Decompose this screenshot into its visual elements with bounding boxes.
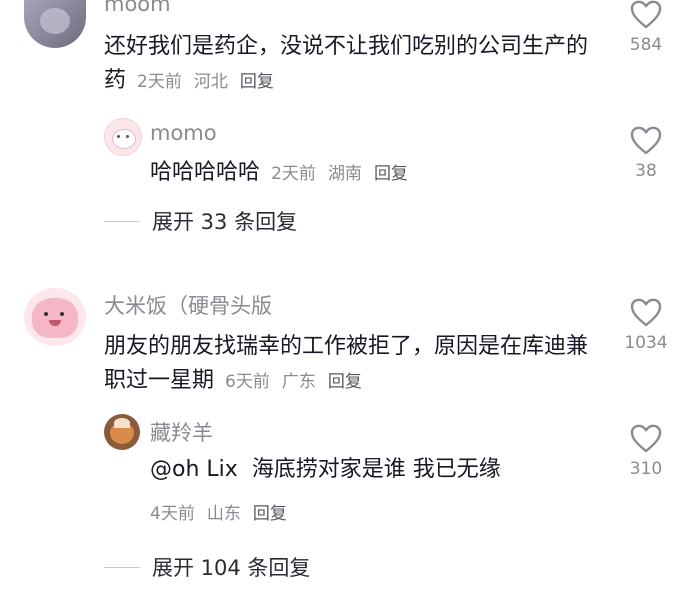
reply-location: 山东 <box>206 504 241 524</box>
reply-time: 4天前 <box>150 504 195 524</box>
reply-button[interactable]: 回复 <box>240 72 274 92</box>
like-button[interactable]: 38 <box>616 126 676 181</box>
expand-replies-label: 展开 104 条回复 <box>152 556 311 580</box>
heart-outline-icon <box>630 298 662 327</box>
like-button[interactable]: 310 <box>616 424 676 479</box>
avatar[interactable] <box>24 0 86 48</box>
reply-meta: 4天前 山东 回复 <box>150 499 299 524</box>
reply-time: 2天前 <box>271 164 316 184</box>
divider-line <box>104 566 140 568</box>
heart-outline-icon <box>630 424 662 453</box>
comment-username[interactable]: 大米饭（硬骨头版 <box>104 290 272 320</box>
reply-button[interactable]: 回复 <box>328 372 362 392</box>
like-button[interactable]: 1034 <box>616 298 676 353</box>
like-count: 584 <box>629 35 663 55</box>
reply-username[interactable]: 藏羚羊 <box>150 417 213 447</box>
comment-username[interactable]: moom <box>104 0 171 16</box>
divider-line <box>104 220 140 222</box>
like-count: 310 <box>629 459 663 479</box>
reply-text: 哈哈哈哈哈 2天前 湖南 回复 <box>150 156 420 190</box>
reply-meta: 2天前 湖南 回复 <box>271 164 420 184</box>
comment-time: 2天前 <box>137 72 182 92</box>
heart-outline-icon <box>630 0 662 29</box>
heart-outline-icon <box>630 126 662 155</box>
reply-username[interactable]: momo <box>150 121 217 145</box>
reply-button[interactable]: 回复 <box>374 164 408 184</box>
comment-location: 河北 <box>193 72 228 92</box>
like-count: 38 <box>635 161 657 181</box>
comment-text: 还好我们是药企，没说不让我们吃别的公司生产的药 2天前 河北 回复 <box>104 30 604 99</box>
reply-text-content: @oh Lix 海底捞对家是谁 我已无缘 <box>150 457 501 482</box>
expand-replies-label: 展开 33 条回复 <box>152 210 298 234</box>
reply-text-content: 哈哈哈哈哈 <box>150 160 261 185</box>
reply-location: 湖南 <box>327 164 362 184</box>
comment-text: 朋友的朋友找瑞幸的工作被拒了，原因是在库迪兼职过一星期 6天前 广东 回复 <box>104 330 604 399</box>
expand-replies-button[interactable]: 展开 33 条回复 <box>104 206 297 236</box>
avatar[interactable] <box>24 288 86 346</box>
comment-meta: 6天前 广东 回复 <box>225 372 374 392</box>
like-button[interactable]: 584 <box>616 0 676 55</box>
expand-replies-button[interactable]: 展开 104 条回复 <box>104 552 310 582</box>
like-count: 1034 <box>624 333 668 353</box>
reply-avatar[interactable] <box>104 118 142 156</box>
reply-avatar[interactable] <box>104 414 140 450</box>
comment-location: 广东 <box>281 372 316 392</box>
comment-time: 6天前 <box>225 372 270 392</box>
comment-meta: 2天前 河北 回复 <box>137 72 286 92</box>
reply-button[interactable]: 回复 <box>253 504 287 524</box>
